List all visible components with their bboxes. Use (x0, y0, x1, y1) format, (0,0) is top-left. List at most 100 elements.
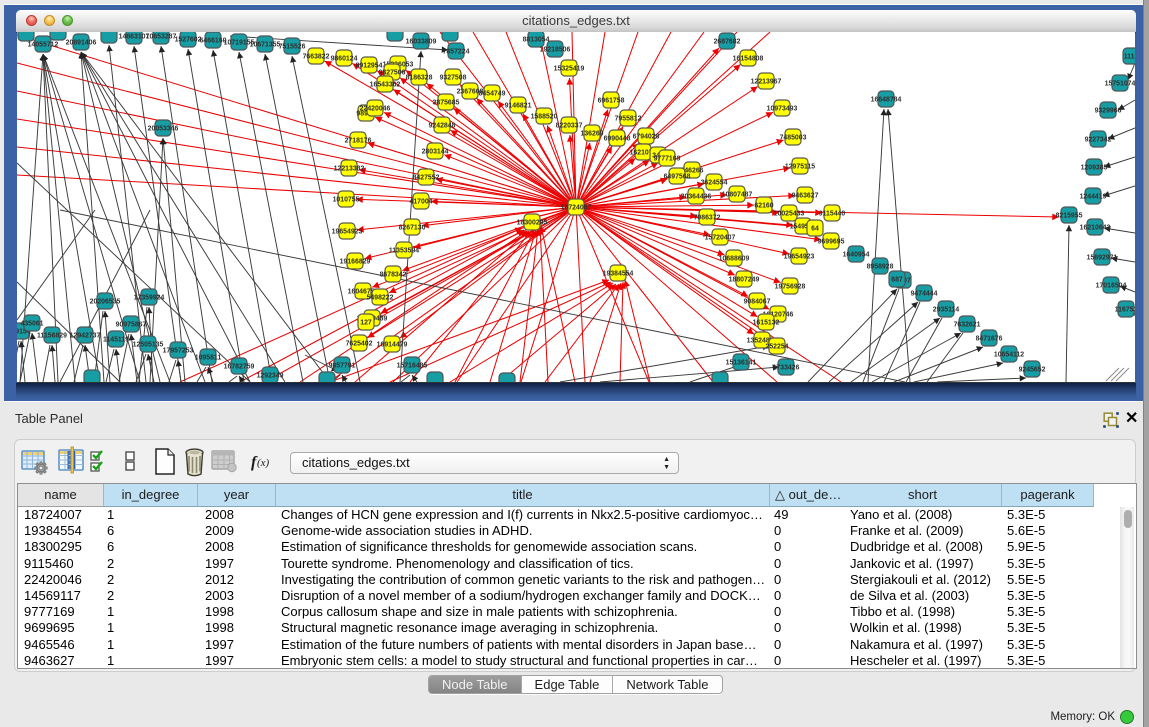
svg-text:12505135: 12505135 (133, 342, 164, 349)
svg-text:1244419: 1244419 (1080, 194, 1107, 201)
svg-text:8454749: 8454749 (479, 91, 506, 98)
svg-text:15325419: 15325419 (554, 66, 585, 73)
svg-text:16914479: 16914479 (377, 342, 408, 349)
svg-text:8215955: 8215955 (1056, 213, 1083, 220)
svg-text:19654923: 19654923 (332, 229, 363, 236)
svg-text:20053346: 20053346 (148, 126, 179, 133)
svg-text:2935114: 2935114 (933, 307, 960, 314)
svg-text:7986372: 7986372 (694, 215, 721, 222)
svg-text:10973493: 10973493 (767, 106, 798, 113)
svg-text:1733426: 1733426 (773, 365, 800, 372)
svg-text:7857224: 7857224 (443, 49, 470, 56)
svg-text:15716485: 15716485 (397, 363, 428, 370)
svg-text:127: 127 (360, 320, 372, 327)
svg-text:3624554: 3624554 (701, 180, 728, 187)
svg-text:9474444: 9474444 (911, 291, 938, 298)
svg-text:10654112: 10654112 (994, 352, 1024, 359)
svg-text:8186328: 8186328 (406, 75, 433, 82)
svg-text:10653287: 10653287 (146, 34, 177, 41)
svg-text:1640954: 1640954 (843, 252, 870, 259)
svg-text:19166829: 19166829 (340, 259, 371, 266)
svg-text:12213382: 12213382 (334, 166, 365, 173)
svg-text:9146821: 9146821 (505, 103, 532, 110)
svg-text:7485003: 7485003 (780, 135, 807, 142)
svg-text:10807487: 10807487 (722, 192, 753, 199)
svg-text:9463627: 9463627 (792, 193, 819, 200)
svg-text:116753: 116753 (1115, 307, 1135, 314)
svg-text:10671355: 10671355 (250, 42, 281, 49)
svg-text:8471676: 8471676 (976, 336, 1003, 343)
svg-text:14055712: 14055712 (28, 42, 59, 49)
svg-text:90975867: 90975867 (116, 322, 147, 329)
svg-text:12942737: 12942737 (70, 333, 101, 340)
svg-text:20891406: 20891406 (66, 40, 97, 47)
svg-text:7955812: 7955812 (615, 116, 642, 123)
svg-text:16033809: 16033809 (406, 39, 437, 46)
svg-text:6497568: 6497568 (664, 174, 691, 181)
svg-text:6466160: 6466160 (200, 38, 227, 45)
svg-text:20206535: 20206535 (90, 299, 121, 306)
svg-text:687: 687 (891, 277, 903, 284)
svg-text:11156829: 11156829 (37, 333, 67, 340)
svg-text:15136141: 15136141 (726, 360, 757, 367)
svg-text:1588520: 1588520 (531, 114, 558, 121)
svg-text:17957253: 17957253 (163, 348, 194, 355)
svg-text:7632621: 7632621 (954, 322, 981, 329)
svg-text:11353594: 11353594 (389, 248, 419, 255)
svg-text:1527602: 1527602 (175, 37, 202, 44)
svg-text:1112: 1112 (1124, 54, 1135, 61)
svg-text:9857791: 9857791 (329, 363, 356, 370)
svg-text:19756928: 19756928 (775, 284, 806, 291)
svg-text:7515526: 7515526 (279, 44, 306, 51)
svg-text:8958928: 8958928 (867, 264, 894, 271)
svg-text:8267130: 8267130 (399, 225, 426, 232)
svg-text:3875685: 3875685 (433, 100, 460, 107)
svg-text:7663822: 7663822 (303, 54, 330, 61)
svg-text:19218506: 19218506 (540, 47, 571, 54)
svg-text:1095811: 1095811 (195, 355, 222, 362)
svg-text:252254: 252254 (766, 344, 789, 351)
svg-text:9860124: 9860124 (331, 56, 358, 63)
svg-text:9242848: 9242848 (429, 123, 456, 130)
svg-text:16648784: 16648784 (871, 97, 902, 104)
svg-text:19384554: 19384554 (603, 271, 634, 278)
svg-text:9115440: 9115440 (819, 211, 846, 218)
svg-text:1010755: 1010755 (333, 197, 360, 204)
svg-text:19654923: 19654923 (784, 254, 815, 261)
svg-text:1209385: 1209385 (1081, 165, 1108, 172)
svg-text:9327508: 9327508 (440, 75, 467, 82)
svg-text:15751074: 15751074 (1105, 81, 1135, 88)
svg-text:18807249: 18807249 (729, 277, 760, 284)
svg-text:64: 64 (811, 226, 819, 233)
svg-text:16154808: 16154808 (733, 56, 764, 63)
svg-text:1292349: 1292349 (257, 373, 284, 380)
svg-text:12213967: 12213967 (751, 79, 782, 86)
svg-text:6961758: 6961758 (598, 98, 625, 105)
svg-text:15692971: 15692971 (1087, 255, 1118, 262)
svg-text:8678342: 8678342 (380, 272, 407, 279)
svg-text:9245652: 9245652 (1019, 367, 1046, 374)
svg-text:5498222: 5498222 (367, 295, 394, 302)
svg-text:16782759: 16782759 (224, 364, 255, 371)
svg-text:17359924: 17359924 (134, 295, 165, 302)
svg-text:2803144: 2803144 (422, 149, 449, 156)
svg-text:1145119: 1145119 (103, 337, 129, 344)
svg-text:8813054: 8813054 (523, 37, 550, 44)
svg-text:10025433: 10025433 (774, 211, 805, 218)
svg-text:62160: 62160 (754, 203, 773, 210)
svg-text:10688609: 10688609 (719, 256, 750, 263)
svg-text:18724007: 18724007 (561, 205, 592, 212)
svg-text:136269: 136269 (581, 131, 604, 138)
svg-text:7625402: 7625402 (346, 341, 373, 348)
svg-text:435061: 435061 (21, 321, 44, 328)
svg-text:12975115: 12975115 (785, 164, 815, 171)
svg-text:6990448: 6990448 (604, 136, 631, 143)
svg-text:(x): (x) (257, 457, 270, 469)
svg-text:8912954: 8912954 (356, 63, 383, 70)
svg-text:2718176: 2718176 (345, 138, 372, 145)
svg-text:22420046: 22420046 (360, 106, 391, 113)
svg-text:16210643: 16210643 (1080, 225, 1111, 232)
svg-text:6794028: 6794028 (633, 134, 660, 141)
svg-text:2687682: 2687682 (714, 39, 741, 46)
svg-text:417004: 417004 (410, 199, 433, 206)
